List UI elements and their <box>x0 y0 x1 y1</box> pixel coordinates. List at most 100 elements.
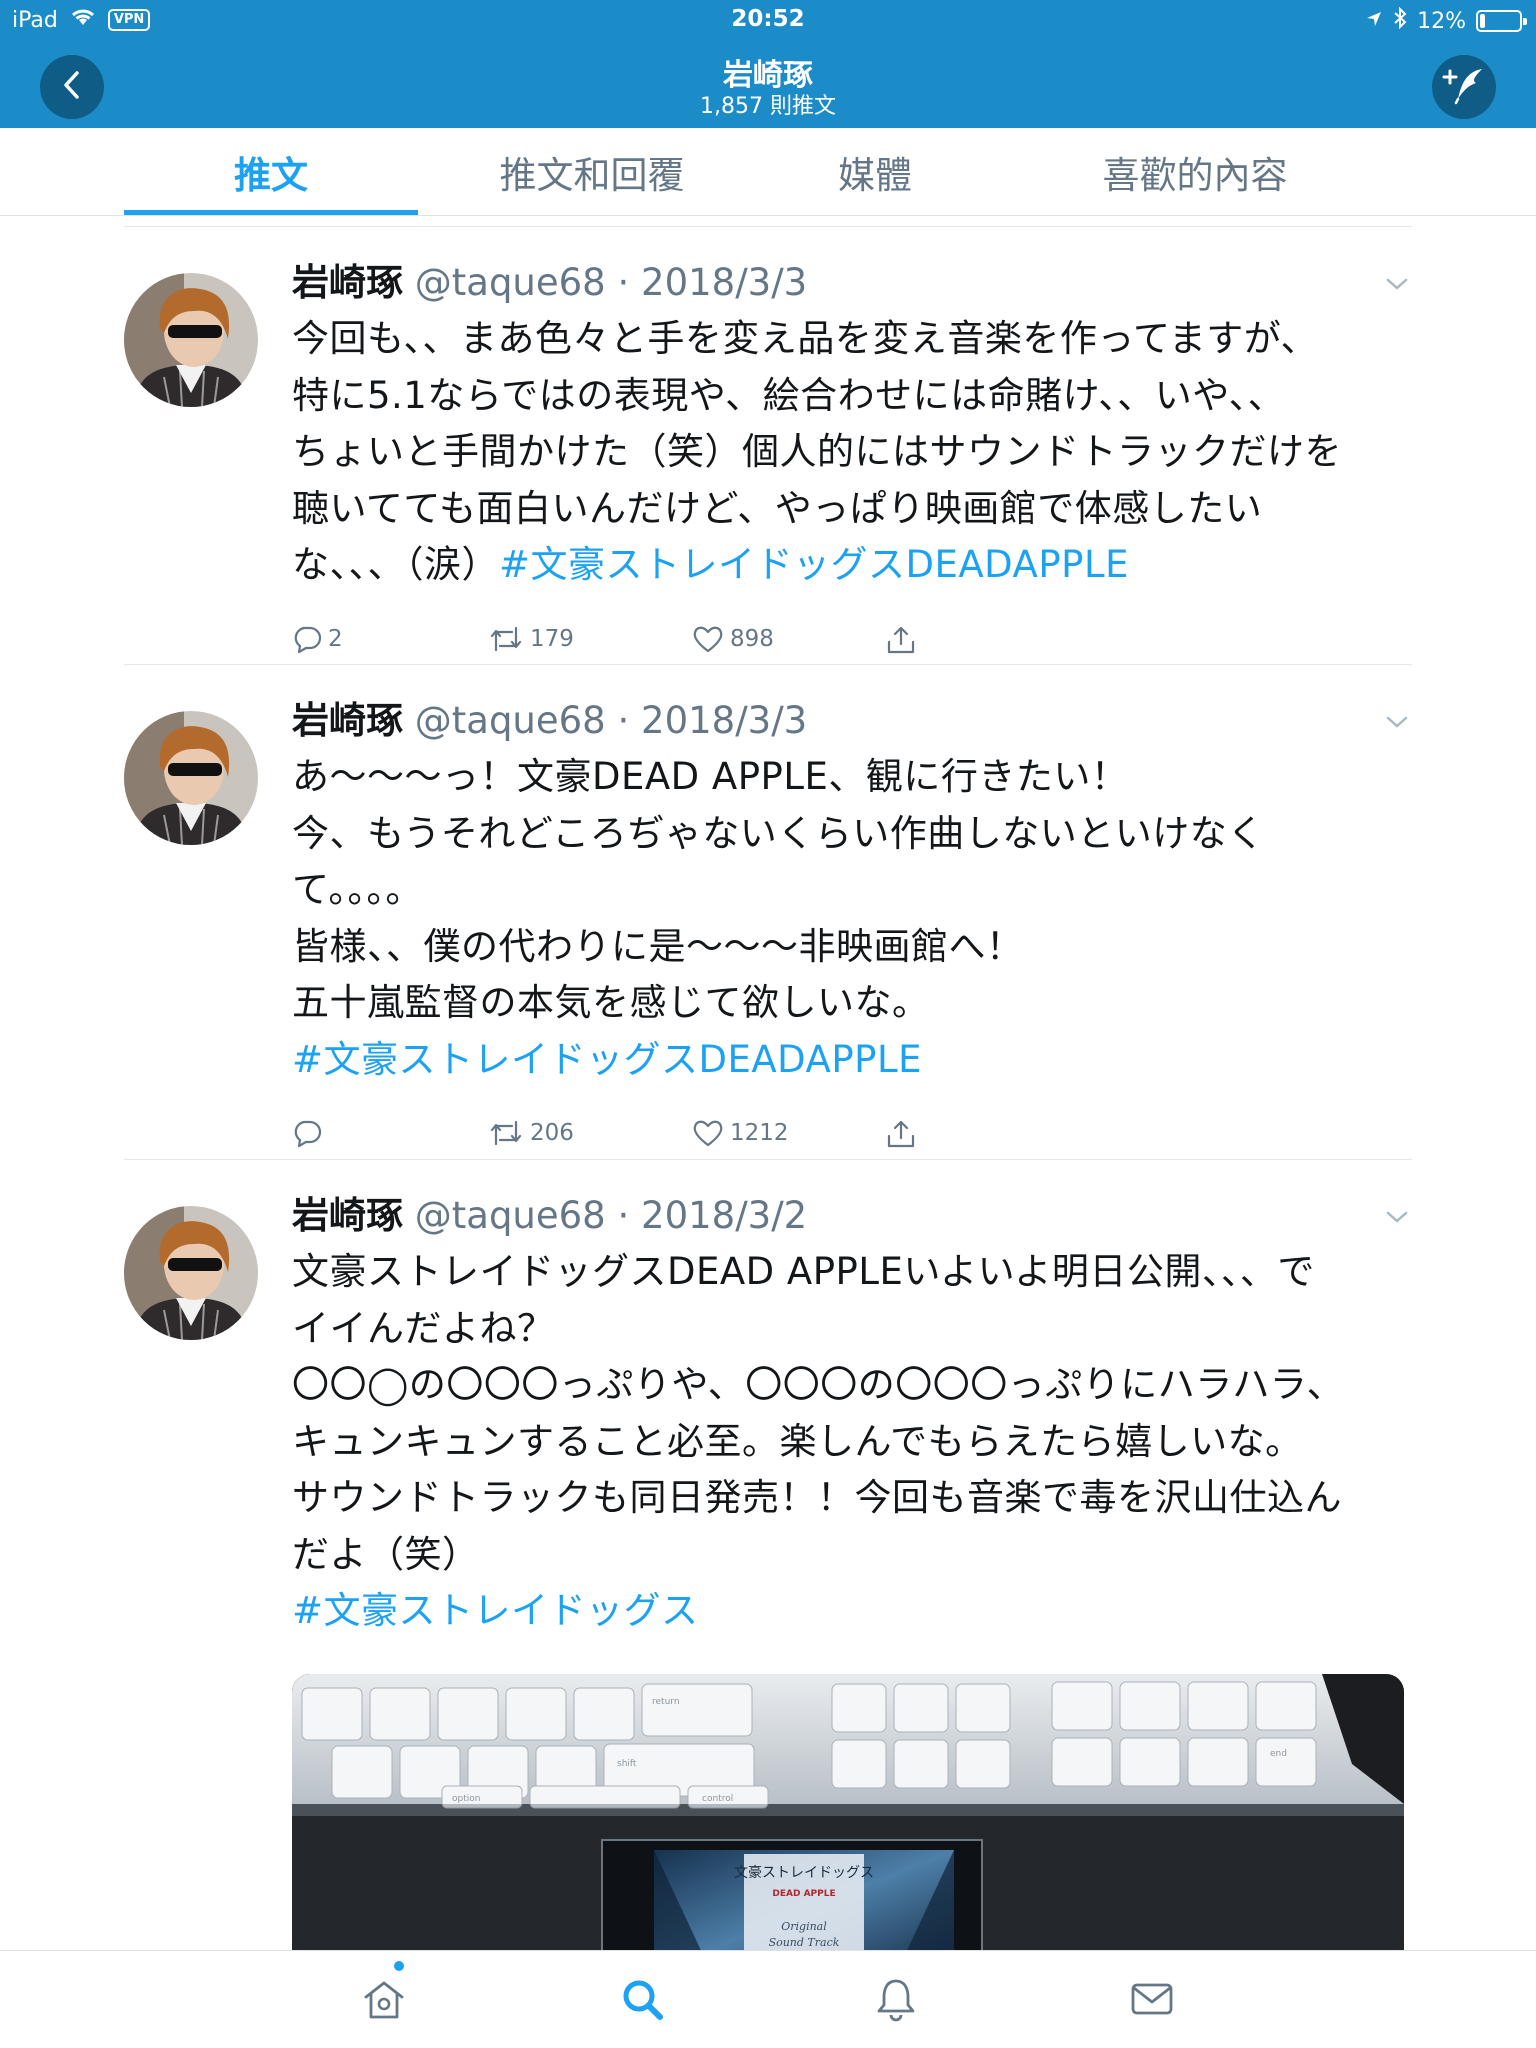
status-time: 20:52 <box>731 6 805 32</box>
retweet-button[interactable]: 179 <box>488 624 574 654</box>
chevron-down-icon[interactable] <box>1382 707 1412 737</box>
status-right: 12% <box>1365 6 1527 35</box>
heart-icon <box>692 624 724 654</box>
notifications-tab-button[interactable] <box>872 1975 920 2023</box>
like-button[interactable]: 1212 <box>692 1118 789 1148</box>
tab-tweets-and-replies[interactable]: 推文和回覆 <box>444 128 740 216</box>
share-icon <box>885 624 917 656</box>
like-count: 898 <box>730 625 774 652</box>
bluetooth-icon <box>1393 6 1407 35</box>
share-icon <box>885 1118 917 1150</box>
text-line: 今回も、、まあ色々と手を変え品を変え音楽を作ってますが、 <box>292 317 1318 360</box>
text-line: イイんだよね？ <box>292 1306 555 1350</box>
retweet-count: 179 <box>530 625 574 652</box>
reply-icon <box>292 1118 322 1148</box>
text-line: な、、、（涙）#文豪ストレイドッグスDEADAPPLE <box>292 537 1404 594</box>
profile-tabs: 推文 推文和回覆 媒體 喜歡的內容 <box>0 128 1536 216</box>
key-label: control <box>702 1794 733 1804</box>
tweet-header: 岩崎琢 @taque68 · 2018/3/2 <box>292 1188 1404 1244</box>
tweet-3[interactable]: 岩崎琢 @taque68 · 2018/3/2 文豪ストレイドッグスDEAD A… <box>124 1160 1412 1950</box>
text-line: キュンキュンすること必至。楽しんでもらえたら嬉しいな。 <box>292 1419 1303 1463</box>
author-name[interactable]: 岩崎琢 <box>292 261 403 304</box>
tweet-1[interactable]: 岩崎琢 @taque68 · 2018/3/3 今回も、、まあ色々と手を変え品を… <box>124 227 1412 665</box>
chevron-down-icon[interactable] <box>1382 1202 1412 1232</box>
notifications-icon <box>872 1979 920 2027</box>
cd-original: Original <box>781 1920 827 1933</box>
text-line: ちょいと手間かけた（笑）個人的にはサウンドトラックだけを <box>292 430 1342 473</box>
tweet-date: 2018/3/2 <box>641 1194 808 1237</box>
text-line: て。。。。 <box>292 868 423 911</box>
avatar[interactable] <box>124 273 258 407</box>
tweet-media-photo[interactable]: return shift option control end 文豪ストレイドッ… <box>292 1673 1404 1950</box>
active-tab-indicator <box>124 210 418 215</box>
tweet-date: 2018/3/3 <box>641 261 808 304</box>
compose-tweet-button[interactable] <box>1432 55 1496 119</box>
tweet-text: あ〜〜〜っ！文豪DEAD APPLE、観に行きたい！ 今、もうそれどころぢゃない… <box>292 749 1404 1088</box>
retweet-icon <box>488 1118 524 1148</box>
reply-icon <box>292 624 322 654</box>
retweet-icon <box>488 624 524 654</box>
text-line: 今、もうそれどころぢゃないくらい作曲しないといけなく <box>292 811 1265 855</box>
text-line: 皆様、、僕の代わりに是〜〜〜非映画館へ！ <box>292 924 1024 968</box>
text-line: サウンドトラックも同日発売！！今回も音楽で毒を沢山仕込ん <box>292 1476 1342 1519</box>
text-line-end: な、、、（涙） <box>292 543 499 586</box>
tweet-content: 岩崎琢 @taque68 · 2018/3/3 あ〜〜〜っ！文豪DEAD APP… <box>292 693 1408 1178</box>
messages-icon <box>1128 1983 1176 2027</box>
text-line: #文豪ストレイドッグス <box>292 1583 1404 1640</box>
reply-button[interactable] <box>292 1118 328 1148</box>
author-handle[interactable]: @taque68 <box>415 699 606 742</box>
key-label: shift <box>617 1759 637 1769</box>
search-icon <box>618 1980 666 2027</box>
avatar[interactable] <box>124 1206 258 1340</box>
share-button[interactable] <box>885 624 917 656</box>
like-button[interactable]: 898 <box>692 624 774 654</box>
text-line: 五十嵐監督の本気を感じて欲しいな。 <box>292 981 930 1024</box>
home-tab-button[interactable] <box>360 1975 408 2023</box>
reply-count: 2 <box>328 625 343 652</box>
key-label: option <box>452 1794 480 1804</box>
separator-dot: · <box>617 699 630 742</box>
cd-title: 文豪ストレイドッグス <box>734 1865 874 1881</box>
heart-icon <box>692 1118 724 1148</box>
hashtag-link[interactable]: #文豪ストレイドッグスDEADAPPLE <box>499 543 1129 586</box>
reply-button[interactable]: 2 <box>292 624 343 654</box>
like-count: 1212 <box>730 1120 789 1146</box>
text-line: 聴いてても面白いんだけど、やっぱり映画館で体感したい <box>292 486 1263 530</box>
hashtag-link[interactable]: #文豪ストレイドッグスDEADAPPLE <box>292 1038 922 1081</box>
tab-likes[interactable]: 喜歡的內容 <box>1050 128 1340 216</box>
status-bar: iPad VPN 20:52 12% <box>0 0 1536 40</box>
new-content-dot <box>394 1961 404 1971</box>
hashtag-link[interactable]: #文豪ストレイドッグス <box>292 1589 699 1632</box>
home-icon <box>360 1981 408 2027</box>
text-line: 〇〇◯の〇〇〇っぷりや、〇〇〇の〇〇〇っぷりにハラハラ、 <box>292 1363 1345 1406</box>
battery-icon <box>1476 10 1527 32</box>
bottom-tab-bar <box>0 1950 1536 2048</box>
tab-tweets[interactable]: 推文 <box>124 128 418 216</box>
tweet-date: 2018/3/3 <box>641 699 808 742</box>
author-name[interactable]: 岩崎琢 <box>292 1194 403 1237</box>
author-handle[interactable]: @taque68 <box>415 1194 606 1237</box>
avatar[interactable] <box>124 711 258 845</box>
author-name[interactable]: 岩崎琢 <box>292 699 403 742</box>
tweet-timeline: 岩崎琢 @taque68 · 2018/3/3 今回も、、まあ色々と手を変え品を… <box>0 217 1536 1950</box>
author-handle[interactable]: @taque68 <box>415 261 606 304</box>
text-line: #文豪ストレイドッグスDEADAPPLE <box>292 1032 1404 1089</box>
text-line: 文豪ストレイドッグスDEAD APPLEいよいよ明日公開、、、で <box>292 1250 1315 1293</box>
compose-feather-icon <box>1442 65 1486 109</box>
chevron-down-icon[interactable] <box>1382 269 1412 299</box>
text-line: あ〜〜〜っ！文豪DEAD APPLE、観に行きたい！ <box>292 755 1129 798</box>
retweet-button[interactable]: 206 <box>488 1118 574 1148</box>
tweet-header: 岩崎琢 @taque68 · 2018/3/3 <box>292 255 1404 311</box>
battery-percent: 12% <box>1417 8 1466 34</box>
messages-tab-button[interactable] <box>1128 1975 1176 2023</box>
tweet-count: 1,857 則推文 <box>700 94 836 119</box>
tweet-2[interactable]: 岩崎琢 @taque68 · 2018/3/3 あ〜〜〜っ！文豪DEAD APP… <box>124 665 1412 1160</box>
tweet-content: 岩崎琢 @taque68 · 2018/3/2 文豪ストレイドッグスDEAD A… <box>292 1188 1408 1950</box>
search-tab-button[interactable] <box>618 1975 666 2023</box>
share-button[interactable] <box>885 1118 917 1150</box>
separator-dot: · <box>617 1194 630 1237</box>
tab-media[interactable]: 媒體 <box>800 128 950 216</box>
battery-level <box>1480 14 1485 28</box>
cd-soundtrack: Sound Track <box>769 1936 840 1949</box>
cd-subtitle: DEAD APPLE <box>772 1889 835 1899</box>
